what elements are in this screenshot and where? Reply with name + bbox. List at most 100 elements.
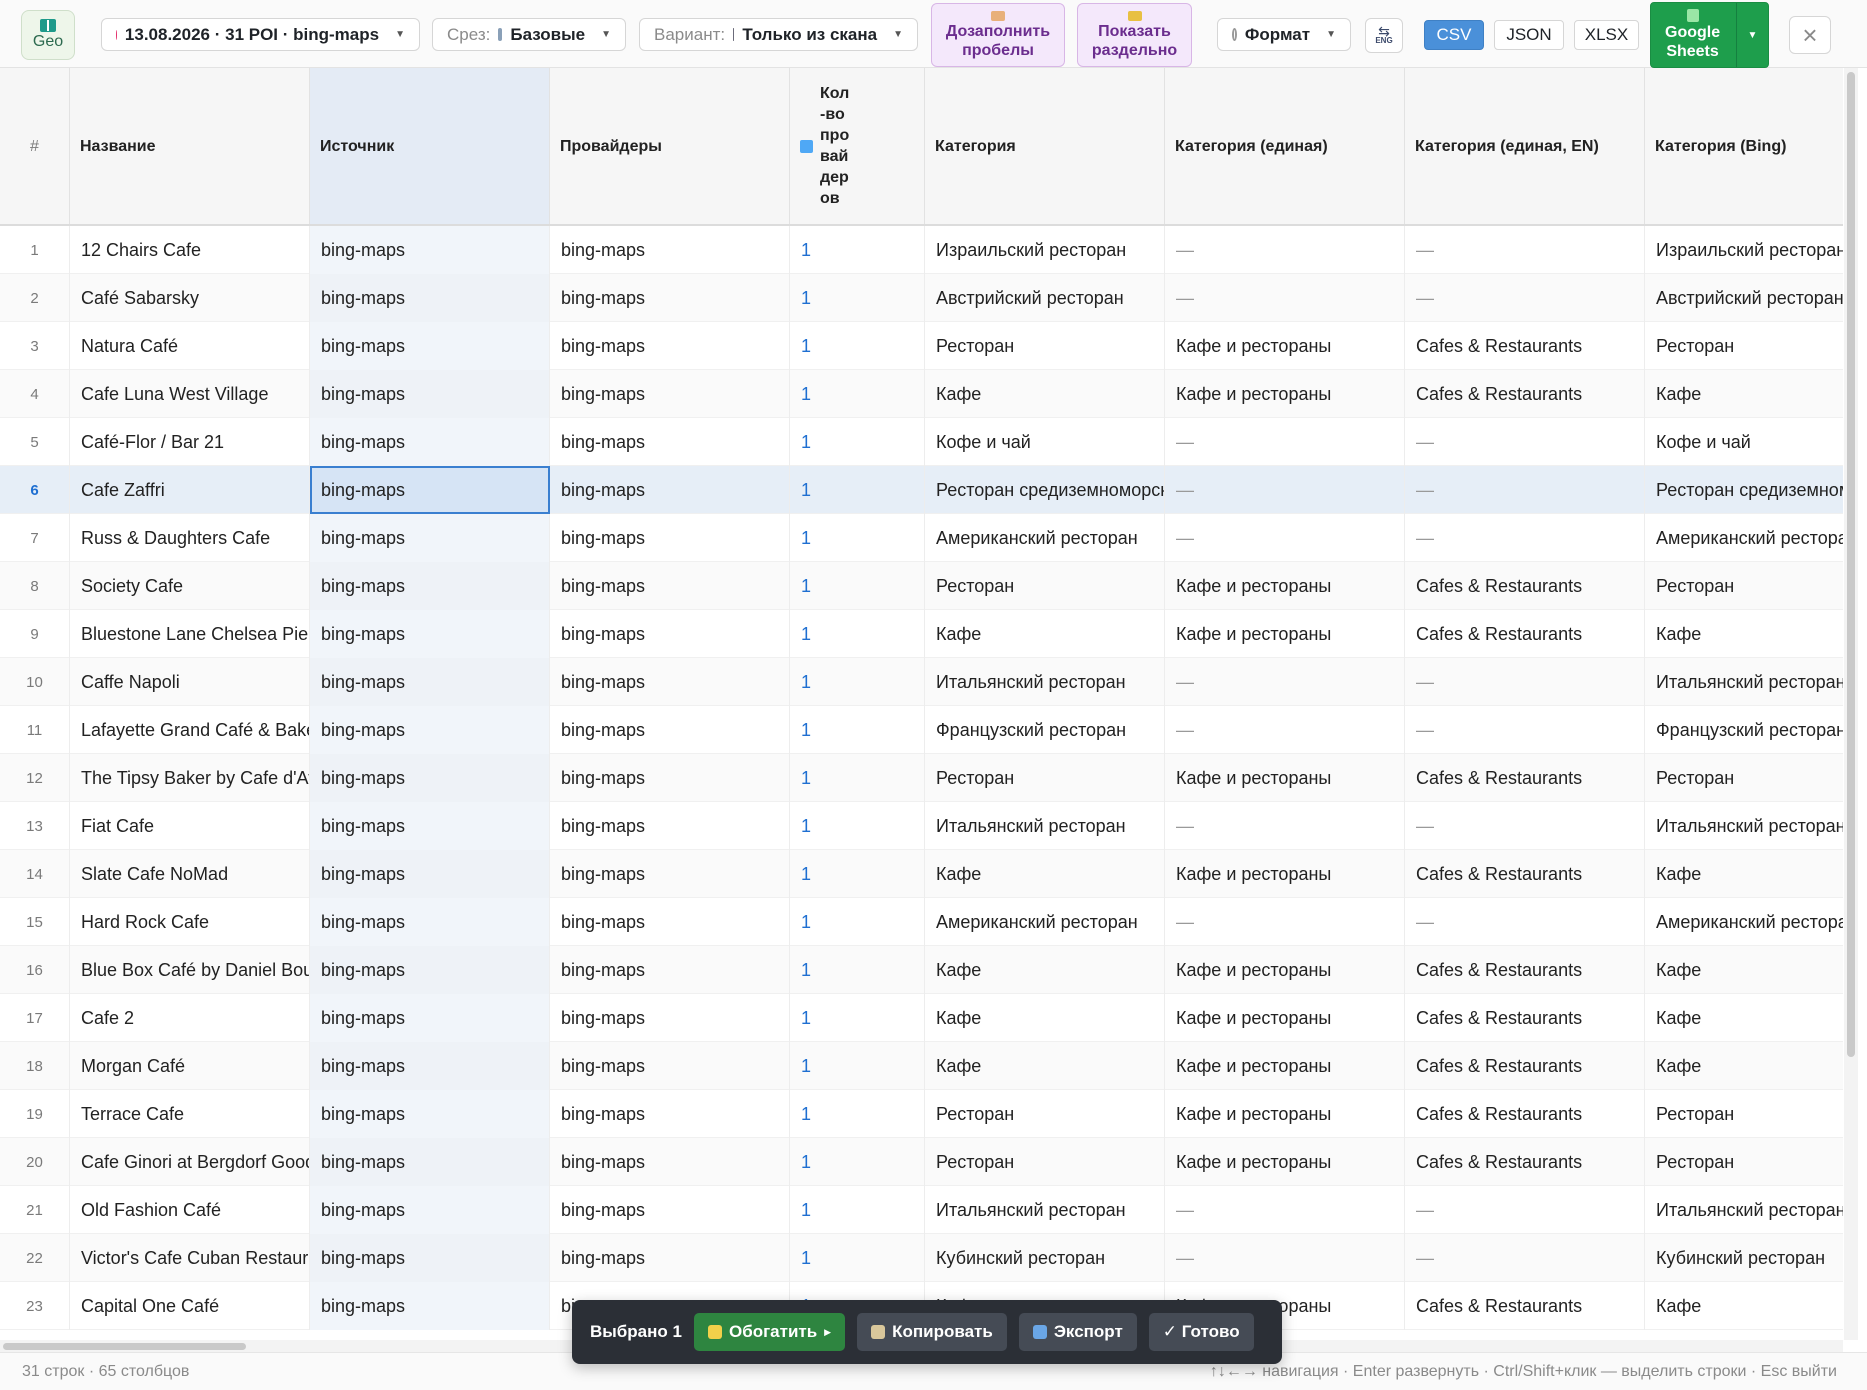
slice-dropdown[interactable]: Срез: Базовые ▼ (432, 18, 626, 51)
cell-source[interactable]: bing-maps (310, 802, 550, 850)
table-row[interactable]: 20Cafe Ginori at Bergdorf Goodmanbing-ma… (0, 1138, 1843, 1186)
cell-category-bing[interactable]: Израильский ресторан (1645, 226, 1843, 274)
table-row[interactable]: 19 Terrace Cafe bing-maps bing-maps 1 Рестора… (0, 1090, 1843, 1138)
table-row[interactable]: 15 Hard Rock Cafe bing-maps bing-maps 1 Амери… (0, 898, 1843, 946)
vertical-scrollbar[interactable] (1844, 68, 1858, 1340)
cell-category-unified[interactable]: Кафе и рестораны (1165, 610, 1405, 658)
cell-provider-count[interactable]: 1 (790, 1090, 925, 1138)
cell-providers[interactable]: bing-maps (550, 754, 790, 802)
cell-category-bing[interactable]: Ресторан (1645, 1138, 1843, 1186)
cell-name[interactable]: Caffe Napoli (70, 658, 310, 706)
cell-category-unified[interactable]: — (1165, 1234, 1405, 1282)
horizontal-scroll-thumb[interactable] (3, 1343, 246, 1350)
cell-provider-count[interactable]: 1 (790, 946, 925, 994)
header-category-unified[interactable]: Категория (единая) (1165, 68, 1405, 224)
cell-providers[interactable]: bing-maps (550, 706, 790, 754)
format-dropdown[interactable]: Формат ▼ (1217, 18, 1351, 51)
cell-category-bing[interactable]: Кафе (1645, 850, 1843, 898)
header-category-bing[interactable]: Категория (Bing) (1645, 68, 1843, 224)
cell-category-unified[interactable]: Кафе и рестораны (1165, 754, 1405, 802)
cell-provider-count[interactable]: 1 (790, 994, 925, 1042)
cell-category-unified[interactable]: — (1165, 802, 1405, 850)
cell-providers[interactable]: bing-maps (550, 1234, 790, 1282)
cell-category-unified[interactable]: Кафе и рестораны (1165, 1042, 1405, 1090)
table-row[interactable]: 14 Slate Cafe NoMad bing-maps bing-maps 1 Каф… (0, 850, 1843, 898)
cell-providers[interactable]: bing-maps (550, 514, 790, 562)
cell-category[interactable]: Ресторан (925, 1138, 1165, 1186)
cell-category[interactable]: Кубинский ресторан (925, 1234, 1165, 1282)
cell-category-unified-en[interactable]: Cafes & Restaurants (1405, 610, 1645, 658)
cell-provider-count[interactable]: 1 (790, 562, 925, 610)
google-sheets-button[interactable]: Google Sheets ▼ (1650, 2, 1769, 68)
cell-providers[interactable]: bing-maps (550, 418, 790, 466)
cell-category[interactable]: Кафе (925, 370, 1165, 418)
json-button[interactable]: JSON (1494, 20, 1564, 50)
cell-name[interactable]: Natura Café (70, 322, 310, 370)
cell-provider-count[interactable]: 1 (790, 610, 925, 658)
cell-category-unified[interactable]: Кафе и рестораны (1165, 562, 1405, 610)
table-row[interactable]: 17 Cafe 2 bing-maps bing-maps 1 Кафе Кафе и ре… (0, 994, 1843, 1042)
cell-source[interactable]: bing-maps (310, 898, 550, 946)
cell-source[interactable]: bing-maps (310, 1234, 550, 1282)
cell-category-bing[interactable]: Кафе (1645, 1282, 1843, 1330)
cell-category-unified-en[interactable]: — (1405, 226, 1645, 274)
cell-category[interactable]: Ресторан (925, 754, 1165, 802)
cell-name[interactable]: The Tipsy Baker by Cafe d'Avignon (70, 754, 310, 802)
cell-category-unified-en[interactable]: Cafes & Restaurants (1405, 946, 1645, 994)
cell-name[interactable]: Cafe 2 (70, 994, 310, 1042)
cell-provider-count[interactable]: 1 (790, 514, 925, 562)
cell-providers[interactable]: bing-maps (550, 1186, 790, 1234)
cell-category-unified[interactable]: Кафе и рестораны (1165, 1138, 1405, 1186)
cell-category-bing[interactable]: Кафе (1645, 370, 1843, 418)
cell-source[interactable]: bing-maps (310, 226, 550, 274)
cell-category-unified[interactable]: Кафе и рестораны (1165, 370, 1405, 418)
cell-providers[interactable]: bing-maps (550, 1042, 790, 1090)
header-category-unified-en[interactable]: Категория (единая, EN) (1405, 68, 1645, 224)
dataset-dropdown[interactable]: 13.08.2026 · 31 POI · bing-maps ▼ (101, 18, 420, 51)
cell-provider-count[interactable]: 1 (790, 274, 925, 322)
cell-name[interactable]: Hard Rock Cafe (70, 898, 310, 946)
cell-name[interactable]: Fiat Cafe (70, 802, 310, 850)
copy-button[interactable]: Копировать (857, 1313, 1007, 1351)
cell-source[interactable]: bing-maps (310, 1138, 550, 1186)
table-row[interactable]: 18 Morgan Café bing-maps bing-maps 1 Кафе Кафе… (0, 1042, 1843, 1090)
language-toggle-button[interactable]: ⇆ ENG (1365, 18, 1403, 53)
cell-category-unified[interactable]: — (1165, 418, 1405, 466)
cell-providers[interactable]: bing-maps (550, 850, 790, 898)
cell-source[interactable]: bing-maps (310, 1090, 550, 1138)
cell-provider-count[interactable]: 1 (790, 706, 925, 754)
cell-provider-count[interactable]: 1 (790, 658, 925, 706)
cell-category[interactable]: Американский ресторан (925, 898, 1165, 946)
table-row[interactable]: 6 Cafe Zaffri bing-maps bing-maps 1 Ресторан … (0, 466, 1843, 514)
cell-category-unified[interactable]: — (1165, 226, 1405, 274)
cell-name[interactable]: Cafe Zaffri (70, 466, 310, 514)
cell-category-unified[interactable]: — (1165, 898, 1405, 946)
table-row[interactable]: 1 12 Chairs Cafe bing-maps bing-maps 1 Израил… (0, 226, 1843, 274)
cell-name[interactable]: Victor's Cafe Cuban Restaurant (70, 1234, 310, 1282)
cell-source[interactable]: bing-maps (310, 610, 550, 658)
cell-provider-count[interactable]: 1 (790, 466, 925, 514)
cell-name[interactable]: Bluestone Lane Chelsea Piers (70, 610, 310, 658)
table-row[interactable]: 16Blue Box Café by Daniel Bouludbing-map… (0, 946, 1843, 994)
cell-provider-count[interactable]: 1 (790, 1186, 925, 1234)
cell-provider-count[interactable]: 1 (790, 1234, 925, 1282)
header-provider-count[interactable]: Кол-во провайдеров (790, 68, 925, 224)
cell-providers[interactable]: bing-maps (550, 1090, 790, 1138)
cell-category-bing[interactable]: Американский ресторан (1645, 898, 1843, 946)
table-row[interactable]: 7 Russ & Daughters Cafe bing-maps bing-maps… (0, 514, 1843, 562)
cell-providers[interactable]: bing-maps (550, 658, 790, 706)
cell-category-unified-en[interactable]: — (1405, 658, 1645, 706)
cell-provider-count[interactable]: 1 (790, 898, 925, 946)
vertical-scroll-thumb[interactable] (1847, 72, 1855, 1057)
cell-source[interactable]: bing-maps (310, 514, 550, 562)
fill-gaps-button[interactable]: Дозаполнить пробелы (931, 3, 1065, 67)
cell-name[interactable]: Morgan Café (70, 1042, 310, 1090)
cell-provider-count[interactable]: 1 (790, 322, 925, 370)
cell-category-bing[interactable]: Ресторан (1645, 1090, 1843, 1138)
cell-category-bing[interactable]: Кафе (1645, 1042, 1843, 1090)
cell-category[interactable]: Американский ресторан (925, 514, 1165, 562)
cell-name[interactable]: Slate Cafe NoMad (70, 850, 310, 898)
cell-name[interactable]: Blue Box Café by Daniel Boulud (70, 946, 310, 994)
cell-provider-count[interactable]: 1 (790, 418, 925, 466)
cell-category-unified-en[interactable]: Cafes & Restaurants (1405, 754, 1645, 802)
